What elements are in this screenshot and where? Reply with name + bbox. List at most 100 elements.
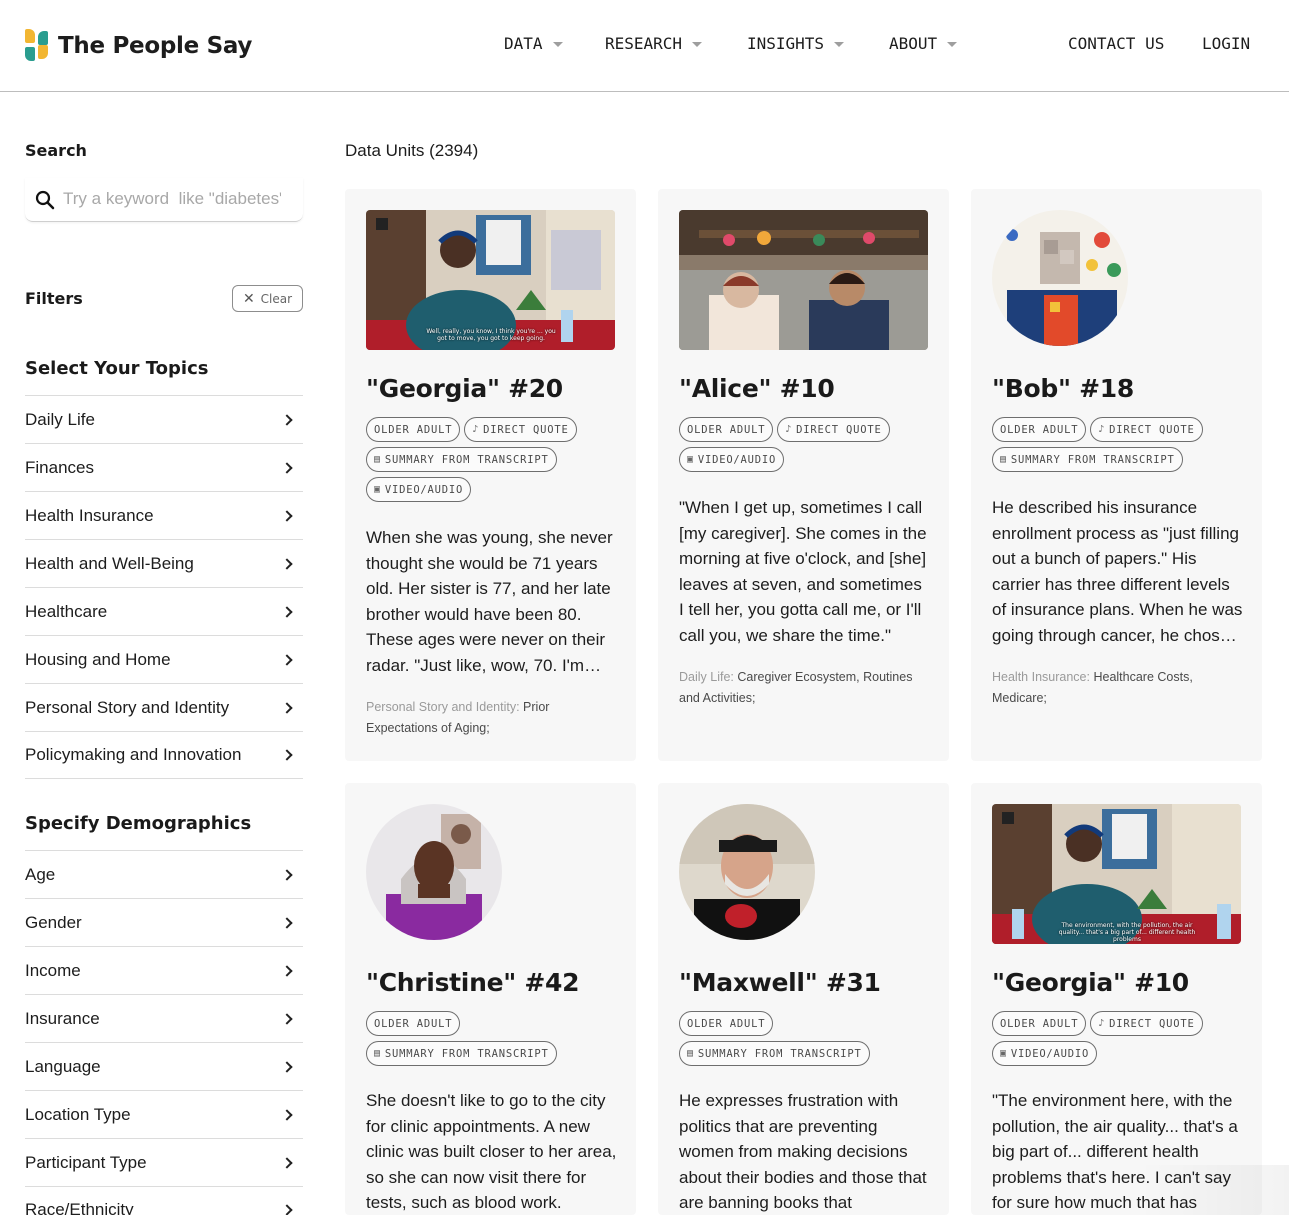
nav-research[interactable]: RESEARCH xyxy=(605,34,703,53)
chevron-right-icon xyxy=(281,653,293,666)
card-description: When she was young, she never thought sh… xyxy=(366,528,613,675)
topic-housing-and-home[interactable]: Housing and Home xyxy=(25,635,303,683)
logo[interactable]: The People Say xyxy=(25,29,252,62)
topic-label: Personal Story and Identity xyxy=(25,697,230,717)
card-title: "Alice" #10 xyxy=(679,374,835,403)
video-thumbnail[interactable]: Well, really, you know, I think you're .… xyxy=(366,210,615,350)
demo-label: Gender xyxy=(25,912,82,932)
chevron-right-icon xyxy=(281,461,293,474)
search-input[interactable] xyxy=(63,186,281,212)
card-description: He described his insurance enrollment pr… xyxy=(992,498,1243,645)
nav-data-label: DATA xyxy=(504,34,543,53)
card-description: "The environment here, with the pollutio… xyxy=(992,1091,1238,1212)
tag-direct-quote: ♪ DIRECT QUOTE xyxy=(777,417,890,442)
data-unit-card[interactable]: "Maxwell" #31 OLDER ADULT ▤ SUMMARY FROM … xyxy=(658,783,949,1215)
topic-health-and-well-being[interactable]: Health and Well-Being xyxy=(25,539,303,587)
meta-category: Personal Story and Identity: xyxy=(366,700,520,714)
chevron-right-icon xyxy=(281,413,293,426)
topic-finances[interactable]: Finances xyxy=(25,443,303,491)
chevron-right-icon xyxy=(281,557,293,570)
topic-healthcare[interactable]: Healthcare xyxy=(25,587,303,635)
tag-older-adult: OLDER ADULT xyxy=(992,1011,1087,1036)
nav-about[interactable]: ABOUT xyxy=(889,34,958,53)
demo-label: Income xyxy=(25,960,81,980)
card-meta: Health Insurance: Healthcare Costs, Medi… xyxy=(992,667,1242,709)
tag-video-audio: ▣ VIDEO/AUDIO xyxy=(366,477,472,502)
chevron-right-icon xyxy=(281,964,293,977)
demo-label: Race/Ethnicity xyxy=(25,1200,134,1215)
topic-policymaking[interactable]: Policymaking and Innovation xyxy=(25,731,303,779)
card-title: "Bob" #18 xyxy=(992,374,1134,403)
topic-label: Policymaking and Innovation xyxy=(25,745,242,764)
topic-personal-story[interactable]: Personal Story and Identity xyxy=(25,683,303,731)
top-header: The People Say DATA RESEARCH INSIGHTS AB… xyxy=(0,0,1289,92)
demo-income[interactable]: Income xyxy=(25,946,303,994)
chevron-right-icon xyxy=(281,749,293,761)
topics-heading: Select Your Topics xyxy=(25,358,209,379)
nav-contact-us[interactable]: CONTACT US xyxy=(1068,34,1164,53)
data-unit-card[interactable]: "Bob" #18 OLDER ADULT ♪ DIRECT QUOTE ▤ SUM… xyxy=(971,189,1262,761)
tag-video-audio: ▣ VIDEO/AUDIO xyxy=(992,1041,1098,1066)
chevron-down-icon xyxy=(692,42,703,47)
avatar-image xyxy=(366,804,502,940)
chevron-right-icon xyxy=(281,605,293,618)
demo-language[interactable]: Language xyxy=(25,1042,303,1090)
topic-label: Health and Well-Being xyxy=(25,553,194,573)
topics-list: Daily Life Finances Health Insurance Hea… xyxy=(25,395,303,779)
video-caption: Well, really, you know, I think you're .… xyxy=(426,328,556,342)
meta-category: Daily Life: xyxy=(679,670,734,684)
data-unit-card[interactable]: "Christine" #42 OLDER ADULT ▤ SUMMARY FRO… xyxy=(345,783,636,1215)
document-icon: ▤ xyxy=(1000,454,1007,465)
topic-label: Healthcare xyxy=(25,601,108,621)
video-thumbnail[interactable]: The environment, with the pollution, the… xyxy=(992,804,1241,944)
clear-filters-button[interactable]: ✕ Clear xyxy=(232,285,303,312)
demo-participant-type[interactable]: Participant Type xyxy=(25,1138,303,1186)
card-tags: OLDER ADULT ▤ SUMMARY FROM TRANSCRIPT xyxy=(366,1011,621,1066)
tag-direct-quote: ♪ DIRECT QUOTE xyxy=(1090,417,1203,442)
demo-gender[interactable]: Gender xyxy=(25,898,303,946)
data-unit-card[interactable]: Well, really, you know, I think you're .… xyxy=(345,189,636,761)
demo-location-type[interactable]: Location Type xyxy=(25,1090,303,1138)
tag-summary: ▤ SUMMARY FROM TRANSCRIPT xyxy=(366,1041,557,1066)
demo-race-ethnicity[interactable]: Race/Ethnicity xyxy=(25,1186,303,1215)
video-thumbnail[interactable] xyxy=(679,210,928,350)
data-unit-card[interactable]: "Alice" #10 OLDER ADULT ♪ DIRECT QUOTE ▣ V… xyxy=(658,189,949,761)
card-description: She doesn't like to go to the city for c… xyxy=(366,1091,617,1212)
demo-insurance[interactable]: Insurance xyxy=(25,994,303,1042)
video-icon: ▣ xyxy=(1000,1048,1007,1059)
card-description: "When I get up, sometimes I call [my car… xyxy=(679,498,927,645)
avatar xyxy=(992,210,1128,346)
nav-about-label: ABOUT xyxy=(889,34,938,53)
topic-health-insurance[interactable]: Health Insurance xyxy=(25,491,303,539)
card-title: "Georgia" #20 xyxy=(366,374,563,403)
tag-older-adult: OLDER ADULT xyxy=(679,417,774,442)
chevron-right-icon xyxy=(281,1108,293,1121)
nav-login[interactable]: LOGIN xyxy=(1202,34,1250,53)
card-tags: OLDER ADULT ♪ DIRECT QUOTE ▤ SUMMARY FROM … xyxy=(992,417,1247,472)
avatar xyxy=(679,804,815,940)
nav-insights-label: INSIGHTS xyxy=(747,34,825,53)
nav-data[interactable]: DATA xyxy=(504,34,563,53)
data-unit-card[interactable]: The environment, with the pollution, the… xyxy=(971,783,1262,1215)
avatar-image xyxy=(679,804,815,940)
nav-research-label: RESEARCH xyxy=(605,34,683,53)
demo-label: Location Type xyxy=(25,1104,131,1124)
tag-older-adult: OLDER ADULT xyxy=(366,417,461,442)
card-description: He expresses frustration with politics t… xyxy=(679,1091,927,1212)
logo-mark-icon xyxy=(25,29,50,62)
tag-older-adult: OLDER ADULT xyxy=(679,1011,774,1036)
card-title: "Georgia" #10 xyxy=(992,968,1189,997)
nav-insights[interactable]: INSIGHTS xyxy=(747,34,845,53)
demo-age[interactable]: Age xyxy=(25,850,303,898)
card-title: "Christine" #42 xyxy=(366,968,580,997)
chevron-right-icon xyxy=(281,1060,293,1073)
topic-daily-life[interactable]: Daily Life xyxy=(25,395,303,443)
document-icon: ▤ xyxy=(374,1048,381,1059)
chevron-right-icon xyxy=(281,701,293,714)
demo-label: Insurance xyxy=(25,1008,100,1028)
chevron-down-icon xyxy=(834,42,845,47)
tag-summary: ▤ SUMMARY FROM TRANSCRIPT xyxy=(992,447,1183,472)
topic-label: Finances xyxy=(25,457,94,477)
chevron-right-icon xyxy=(281,868,293,881)
tag-older-adult: OLDER ADULT xyxy=(366,1011,461,1036)
